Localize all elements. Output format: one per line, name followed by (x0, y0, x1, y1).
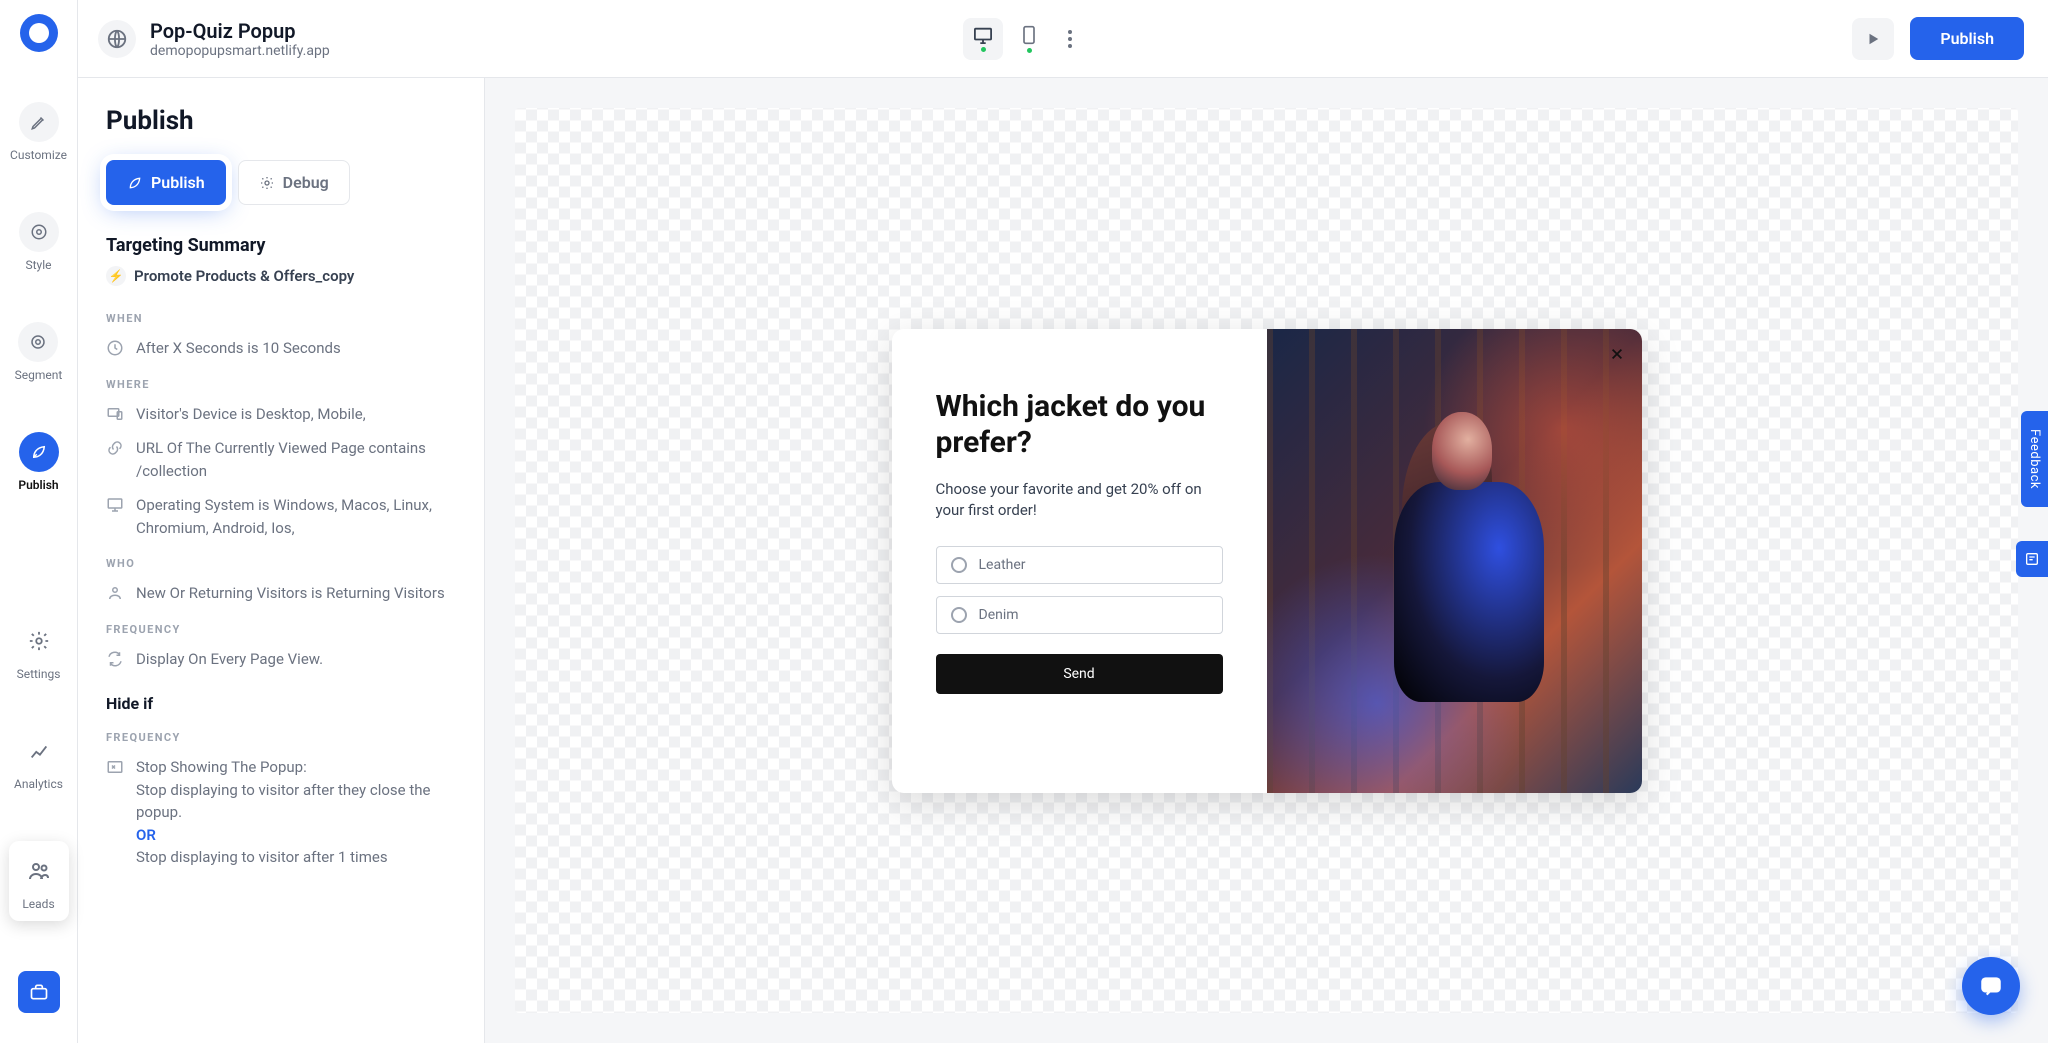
radio-icon (951, 607, 967, 623)
target-icon (18, 322, 58, 362)
device-icon (106, 405, 126, 426)
popup-close-button[interactable] (1606, 343, 1628, 365)
where-heading: WHERE (106, 378, 456, 391)
popup-preview: Which jacket do you prefer? Choose your … (892, 329, 1642, 793)
rail-label: Style (25, 258, 51, 272)
rail-item-publish[interactable]: Publish (18, 432, 58, 492)
rail-item-leads[interactable]: Leads (9, 841, 69, 921)
radio-icon (951, 557, 967, 573)
canvas-frame: Which jacket do you prefer? Choose your … (515, 108, 2018, 1013)
chat-icon (1978, 973, 2004, 999)
rail-item-segment[interactable]: Segment (15, 322, 63, 382)
rail-item-customize[interactable]: Customize (10, 102, 67, 162)
device-mobile-button[interactable] (1009, 18, 1049, 60)
device-desktop-button[interactable] (963, 18, 1003, 60)
rail-label: Customize (10, 148, 67, 162)
tab-label: Publish (151, 173, 205, 192)
popup-send-button[interactable]: Send (936, 654, 1223, 694)
who-heading: WHO (106, 557, 456, 570)
gear-icon (19, 621, 59, 661)
when-heading: WHEN (106, 312, 456, 325)
link-icon (106, 439, 126, 482)
popup-image (1267, 329, 1642, 793)
popup-title: Which jacket do you prefer? (936, 389, 1223, 461)
hideif-rule: Stop Showing The Popup: Stop displaying … (136, 756, 456, 869)
more-button[interactable] (1055, 30, 1085, 48)
device-switcher (963, 18, 1085, 60)
clock-icon (106, 339, 126, 360)
chart-icon (19, 731, 59, 771)
dots-vertical-icon (1068, 30, 1072, 48)
frequency-rule: Display On Every Page View. (136, 648, 323, 671)
feedback-tab[interactable]: Feedback (2021, 411, 2048, 507)
note-icon (2024, 551, 2040, 567)
rocket-icon (19, 432, 59, 472)
rail-label: Analytics (14, 777, 63, 791)
page-title: Pop-Quiz Popup (150, 19, 330, 43)
rail-item-settings[interactable]: Settings (9, 621, 69, 681)
hideif-heading: Hide if (106, 694, 456, 713)
rail-item-analytics[interactable]: Analytics (9, 731, 69, 791)
popup-desc: Choose your favorite and get 20% off on … (936, 479, 1223, 523)
frequency-heading: FREQUENCY (106, 623, 456, 636)
tab-publish[interactable]: Publish (106, 160, 226, 205)
window-x-icon (106, 758, 126, 869)
preview-button[interactable] (1852, 18, 1894, 60)
bolt-icon: ⚡ (106, 266, 126, 286)
rail-label: Settings (17, 667, 61, 681)
hideif-or: OR (136, 826, 156, 844)
gear-icon (259, 175, 275, 191)
publish-panel: Publish Publish Debug Targeting Summary … (78, 78, 485, 1043)
publish-button[interactable]: Publish (1910, 17, 2024, 60)
app-logo[interactable] (20, 14, 58, 52)
hideif-title: Stop Showing The Popup: (136, 758, 307, 776)
repeat-icon (106, 650, 126, 671)
tab-label: Debug (283, 173, 329, 192)
desktop-icon (972, 26, 994, 44)
hideif-line1: Stop displaying to visitor after they cl… (136, 781, 430, 822)
where-rule-device: Visitor's Device is Desktop, Mobile, (136, 403, 366, 426)
users-icon (19, 851, 59, 891)
palette-icon (19, 212, 59, 252)
where-rule-url: URL Of The Currently Viewed Page contain… (136, 437, 456, 482)
page-subtitle: demopopupsmart.netlify.app (150, 43, 330, 59)
where-rule-os: Operating System is Windows, Macos, Linu… (136, 494, 456, 539)
toolbox-button[interactable] (18, 971, 60, 1013)
popup-option-leather[interactable]: Leather (936, 546, 1223, 584)
who-rule: New Or Returning Visitors is Returning V… (136, 582, 445, 605)
when-rule: After X Seconds is 10 Seconds (136, 337, 341, 360)
targeting-summary-heading: Targeting Summary (106, 235, 456, 256)
chat-launcher[interactable] (1962, 957, 2020, 1015)
status-dot (1027, 48, 1032, 53)
rocket-icon (127, 175, 143, 191)
top-bar: Pop-Quiz Popup demopopupsmart.netlify.ap… (78, 0, 2048, 78)
status-dot (981, 47, 986, 52)
option-label: Leather (979, 557, 1026, 573)
hideif-sub: FREQUENCY (106, 731, 456, 744)
feedback-label: Feedback (2027, 429, 2042, 489)
play-icon (1866, 32, 1880, 46)
tab-debug[interactable]: Debug (238, 160, 350, 205)
left-rail: Customize Style Segment Publish Settings (0, 0, 78, 1043)
rail-label: Publish (18, 478, 58, 492)
globe-icon (98, 20, 136, 58)
rail-label: Leads (22, 897, 54, 911)
hideif-line2: Stop displaying to visitor after 1 times (136, 848, 388, 866)
user-icon (106, 584, 126, 605)
promote-text: Promote Products & Offers_copy (134, 267, 354, 285)
monitor-icon (106, 496, 126, 539)
canvas-area: Which jacket do you prefer? Choose your … (485, 78, 2048, 1043)
pencil-icon (19, 102, 59, 142)
close-icon (1610, 347, 1624, 361)
rail-item-style[interactable]: Style (19, 212, 59, 272)
popup-option-denim[interactable]: Denim (936, 596, 1223, 634)
feedback-secondary[interactable] (2016, 541, 2048, 577)
mobile-icon (1022, 25, 1036, 45)
rail-label: Segment (15, 368, 63, 382)
promote-row: ⚡ Promote Products & Offers_copy (106, 266, 456, 286)
panel-title: Publish (106, 106, 456, 136)
option-label: Denim (979, 607, 1019, 623)
